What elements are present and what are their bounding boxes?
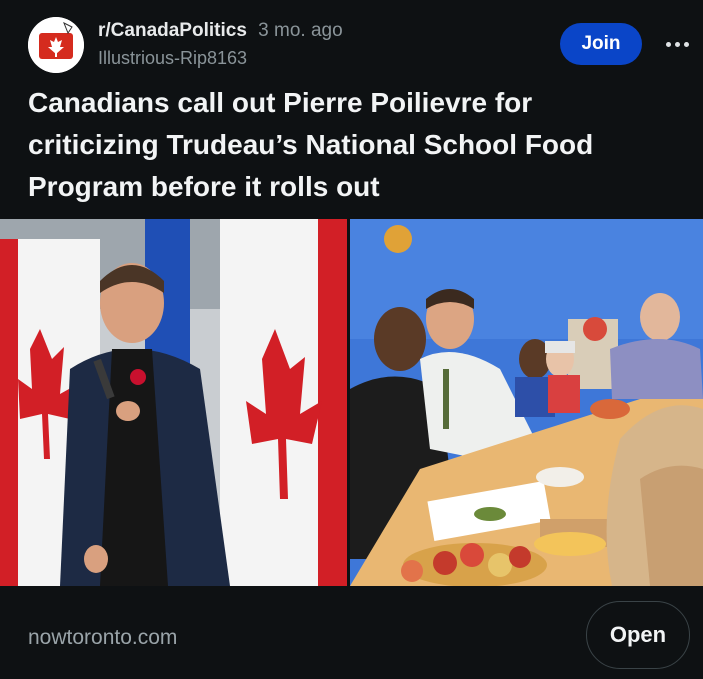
subreddit-name[interactable]: r/CanadaPolitics [98,20,247,41]
join-button[interactable]: Join [560,23,642,65]
more-options-icon[interactable] [660,30,694,58]
subreddit-line: r/CanadaPolitics 3 mo. ago [98,20,343,42]
post-time: 3 mo. ago [258,20,343,41]
dot [665,41,671,47]
subreddit-avatar[interactable] [28,17,84,73]
link-row: nowtoronto.com Open [0,600,703,672]
dot [683,41,689,47]
canada-flag-icon [28,17,84,73]
dot [674,41,680,47]
post-title[interactable]: Canadians call out Pierre Poilievre for … [28,82,668,208]
news-photo-collage [0,219,703,586]
link-domain[interactable]: nowtoronto.com [28,626,177,650]
right-photo-school-lunch [350,219,703,586]
post-header: r/CanadaPolitics 3 mo. ago Illustrious-R… [0,0,703,80]
post-image[interactable] [0,219,703,586]
open-link-button[interactable]: Open [586,601,690,669]
left-photo-politician [0,219,347,586]
post-author[interactable]: Illustrious-Rip8163 [98,48,247,69]
